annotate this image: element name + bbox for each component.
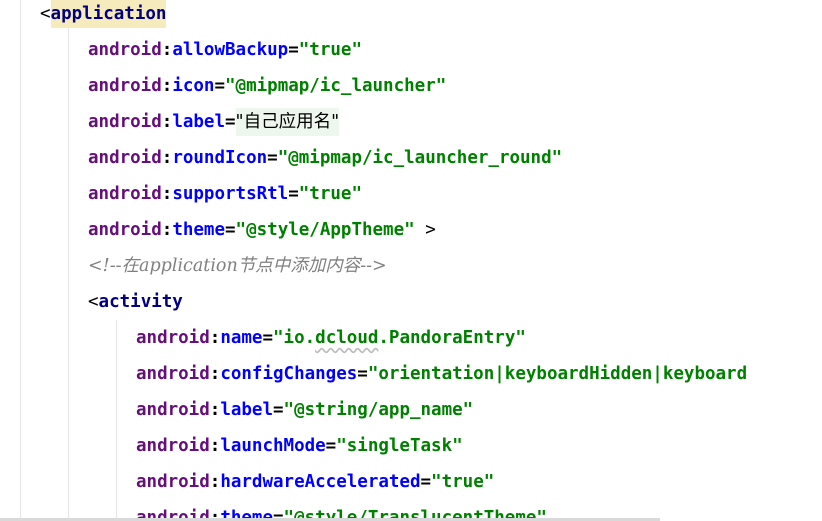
code-line-attribute[interactable]: android: label = "@string/app_name" (136, 392, 473, 428)
code-line-attribute[interactable]: android: configChanges = "orientation|keybo… (136, 356, 747, 392)
code-line-attribute[interactable]: android: supportsRtl = "true" (88, 176, 362, 212)
tag-name-activity: activity (98, 292, 183, 312)
attribute-namespace: android (136, 328, 210, 348)
equals-sign: = (267, 148, 278, 168)
namespace-colon: : (209, 328, 221, 348)
attribute-value: "true" (298, 40, 362, 60)
indent-guide (116, 320, 117, 521)
tag-open-bracket: < (88, 292, 99, 312)
attribute-namespace: android (136, 472, 210, 492)
attribute-namespace: android (88, 148, 162, 168)
code-line-attribute[interactable]: android: icon = "@mipmap/ic_launcher" (88, 68, 446, 104)
attribute-name: launchMode (220, 436, 326, 456)
namespace-colon: : (161, 148, 173, 168)
code-line-attribute[interactable]: android: allowBackup = "true" (88, 32, 362, 68)
attribute-namespace: android (88, 220, 162, 240)
equals-sign: = (214, 76, 226, 96)
equals-sign: = (288, 184, 299, 204)
equals-sign: = (325, 436, 337, 456)
namespace-colon: : (161, 220, 173, 240)
attribute-value-prefix: "io. (273, 328, 316, 348)
indent-guide (20, 0, 21, 521)
equals-sign: = (225, 112, 236, 132)
code-line-comment[interactable]: <!--在application节点中添加内容--> (88, 248, 387, 284)
code-line-activity-tag[interactable]: < activity (88, 284, 183, 320)
attribute-name: theme (172, 220, 225, 240)
attribute-value: "orientation|keyboardHidden|keyboard (367, 364, 748, 384)
attribute-value: "@style/AppTheme" (235, 220, 415, 240)
attribute-value: "singleTask" (336, 436, 463, 456)
attribute-value: "@string/app_name" (283, 400, 474, 420)
equals-sign: = (262, 328, 274, 348)
tag-close-bracket: > (414, 220, 436, 240)
attribute-name: label (172, 112, 225, 132)
namespace-colon: : (161, 184, 173, 204)
attribute-name: name (220, 328, 263, 348)
attribute-namespace: android (88, 112, 162, 132)
attribute-namespace: android (88, 76, 162, 96)
attribute-name: hardwareAccelerated (220, 472, 421, 492)
code-line-attribute[interactable]: android: hardwareAccelerated = "true" (136, 464, 494, 500)
namespace-colon: : (161, 40, 173, 60)
tag-name-application: application (50, 0, 167, 28)
attribute-value: "@mipmap/ic_launcher_round" (277, 148, 563, 168)
attribute-name: allowBackup (172, 40, 289, 60)
equals-sign: = (420, 472, 432, 492)
attribute-value: "true" (298, 184, 362, 204)
code-line-attribute[interactable]: android: name = "io. dcloud .PandoraEntry" (136, 320, 526, 356)
attribute-namespace: android (88, 184, 162, 204)
attribute-value-app-label: "自己应用名" (235, 108, 340, 136)
attribute-value: "@mipmap/ic_launcher" (225, 76, 447, 96)
code-line-attribute[interactable]: android: theme = "@style/AppTheme" > (88, 212, 436, 248)
attribute-name: roundIcon (172, 148, 268, 168)
indent-guide (68, 0, 69, 521)
code-editor[interactable]: < application android: allowBackup = "true" … (0, 0, 822, 521)
attribute-name: label (220, 400, 273, 420)
attribute-namespace: android (136, 364, 210, 384)
attribute-namespace: android (136, 436, 210, 456)
namespace-colon: : (209, 364, 221, 384)
attribute-namespace: android (88, 40, 162, 60)
spelling-warning-word: dcloud (315, 328, 379, 348)
xml-comment: <!--在application节点中添加内容--> (88, 256, 387, 276)
code-line-attribute[interactable]: android: label = "自己应用名" (88, 104, 340, 140)
attribute-name: supportsRtl (172, 184, 289, 204)
attribute-name: configChanges (220, 364, 358, 384)
equals-sign: = (273, 400, 284, 420)
tag-open-bracket: < (40, 4, 51, 24)
namespace-colon: : (209, 472, 221, 492)
attribute-namespace: android (136, 400, 210, 420)
code-line-attribute[interactable]: android: roundIcon = "@mipmap/ic_launcher_r… (88, 140, 562, 176)
namespace-colon: : (161, 76, 173, 96)
namespace-colon: : (161, 112, 173, 132)
equals-sign: = (288, 40, 299, 60)
code-line-application-tag[interactable]: < application (40, 0, 167, 32)
equals-sign: = (357, 364, 368, 384)
code-line-attribute[interactable]: android: launchMode = "singleTask" (136, 428, 463, 464)
attribute-value-suffix: .PandoraEntry" (378, 328, 526, 348)
attribute-value: "true" (431, 472, 495, 492)
equals-sign: = (225, 220, 236, 240)
attribute-name: icon (172, 76, 215, 96)
namespace-colon: : (209, 400, 221, 420)
namespace-colon: : (209, 436, 221, 456)
